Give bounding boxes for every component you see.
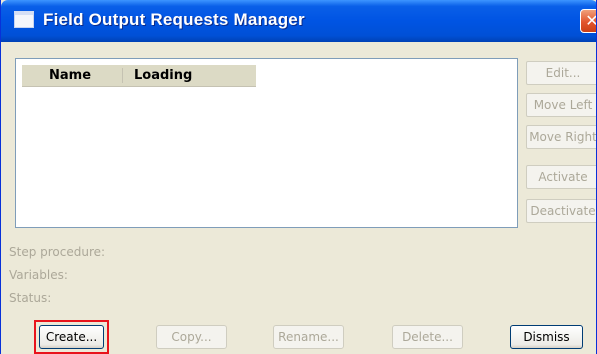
column-header-loading[interactable]: Loading <box>134 68 192 83</box>
edit-button[interactable]: Edit... <box>526 61 596 85</box>
delete-button[interactable]: Delete... <box>392 325 463 349</box>
copy-button[interactable]: Copy... <box>156 325 227 349</box>
window-icon <box>14 11 34 28</box>
column-separator[interactable] <box>122 68 123 83</box>
activate-button[interactable]: Activate <box>526 165 596 189</box>
close-button[interactable]: ✕ <box>580 9 596 33</box>
variables-label: Variables: <box>9 268 68 282</box>
move-left-button[interactable]: Move Left <box>526 93 596 117</box>
list-header: Name Loading <box>22 65 256 87</box>
field-output-requests-manager-dialog: Field Output Requests Manager ✕ Name Loa… <box>0 0 597 354</box>
rename-button[interactable]: Rename... <box>273 325 344 349</box>
create-button-highlight <box>34 320 109 354</box>
window-title: Field Output Requests Manager <box>43 10 305 29</box>
column-header-name[interactable]: Name <box>49 68 91 83</box>
deactivate-button[interactable]: Deactivate <box>526 199 596 223</box>
field-output-list[interactable]: Name Loading <box>15 58 518 228</box>
dismiss-button[interactable]: Dismiss <box>510 325 583 349</box>
status-label: Status: <box>9 291 52 305</box>
title-bar[interactable]: Field Output Requests Manager ✕ <box>1 0 596 42</box>
close-icon: ✕ <box>585 11 596 30</box>
move-right-button[interactable]: Move Right <box>526 125 596 149</box>
step-procedure-label: Step procedure: <box>9 245 106 259</box>
